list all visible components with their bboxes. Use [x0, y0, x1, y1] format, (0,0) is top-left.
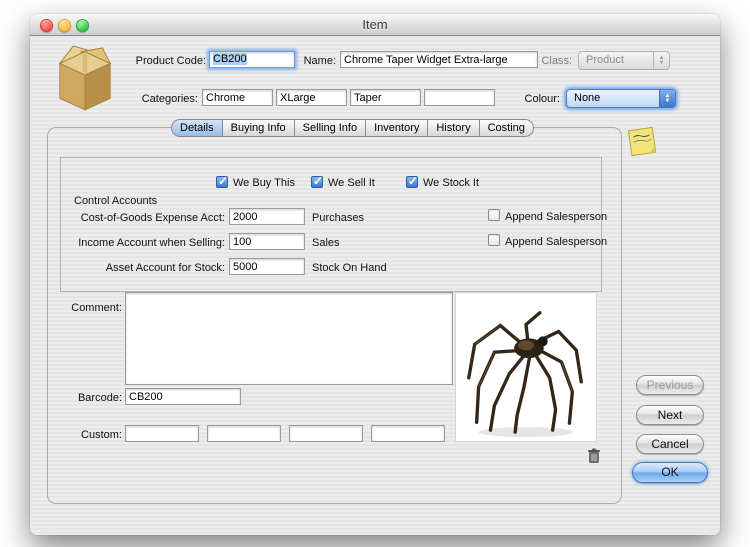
we-buy-this-label: We Buy This [233, 177, 295, 189]
tab-details[interactable]: Details [171, 119, 223, 137]
cancel-button[interactable]: Cancel [636, 434, 704, 454]
class-label: Class: [498, 55, 572, 67]
append-salesperson-checkbox-1[interactable] [488, 209, 500, 221]
class-popup[interactable]: Product ▲▼ [578, 51, 670, 70]
package-box-icon [54, 40, 116, 112]
we-stock-it-checkbox[interactable] [406, 176, 418, 188]
cogs-expense-label: Cost-of-Goods Expense Acct: [50, 212, 225, 224]
custom-input-4[interactable] [371, 425, 445, 442]
asset-account-input[interactable] [229, 258, 305, 275]
next-button[interactable]: Next [636, 405, 704, 425]
barcode-label: Barcode: [50, 392, 122, 404]
colour-popup[interactable]: None ▲▼ [566, 89, 676, 108]
append-salesperson-label-2: Append Salesperson [505, 236, 607, 248]
product-code-label: Product Code: [68, 55, 206, 67]
popup-arrows-icon: ▲▼ [659, 90, 675, 107]
categories-label: Categories: [110, 93, 198, 105]
colour-label: Colour: [478, 93, 560, 105]
comment-textarea[interactable] [125, 292, 453, 385]
cogs-account-name: Purchases [312, 212, 364, 224]
colour-popup-value: None [567, 90, 659, 107]
income-account-input[interactable] [229, 233, 305, 250]
income-account-name: Sales [312, 237, 340, 249]
comment-label: Comment: [50, 302, 122, 314]
sticky-note-icon[interactable] [626, 124, 658, 158]
we-sell-it-checkbox[interactable] [311, 176, 323, 188]
product-code-value: CB200 [213, 53, 247, 65]
popup-arrows-icon: ▲▼ [653, 52, 669, 69]
category-input-3[interactable] [350, 89, 421, 106]
custom-input-3[interactable] [289, 425, 363, 442]
tab-costing[interactable]: Costing [480, 119, 534, 137]
item-window: Item Product Code: CB200 Name: Class: Pr… [30, 14, 720, 535]
asset-account-label: Asset Account for Stock: [50, 262, 225, 274]
product-photo-spider [456, 293, 596, 441]
append-salesperson-label-1: Append Salesperson [505, 211, 607, 223]
tab-selling-info[interactable]: Selling Info [295, 119, 366, 137]
control-accounts-label: Control Accounts [74, 195, 157, 207]
tab-inventory[interactable]: Inventory [366, 119, 428, 137]
trash-icon[interactable] [586, 447, 602, 465]
class-popup-value: Product [579, 52, 653, 69]
title-bar[interactable]: Item [30, 14, 720, 36]
category-input-2[interactable] [276, 89, 347, 106]
window-title: Item [30, 17, 720, 32]
we-buy-this-checkbox[interactable] [216, 176, 228, 188]
category-input-1[interactable] [202, 89, 273, 106]
product-photo-well[interactable] [455, 292, 597, 442]
income-account-label: Income Account when Selling: [50, 237, 225, 249]
tab-history[interactable]: History [428, 119, 479, 137]
append-salesperson-checkbox-2[interactable] [488, 234, 500, 246]
desktop: Item Product Code: CB200 Name: Class: Pr… [0, 0, 750, 547]
name-label: Name: [290, 55, 336, 67]
asset-account-name: Stock On Hand [312, 262, 387, 274]
cogs-expense-input[interactable] [229, 208, 305, 225]
tab-bar: Details Buying Info Selling Info Invento… [171, 119, 534, 137]
we-stock-it-label: We Stock It [423, 177, 479, 189]
previous-button[interactable]: Previous [636, 375, 704, 395]
product-code-input[interactable]: CB200 [209, 51, 295, 68]
custom-input-2[interactable] [207, 425, 281, 442]
custom-label: Custom: [50, 429, 122, 441]
tab-buying-info[interactable]: Buying Info [223, 119, 295, 137]
barcode-input[interactable] [125, 388, 241, 405]
we-sell-it-label: We Sell It [328, 177, 375, 189]
custom-input-1[interactable] [125, 425, 199, 442]
ok-button[interactable]: OK [632, 462, 708, 483]
